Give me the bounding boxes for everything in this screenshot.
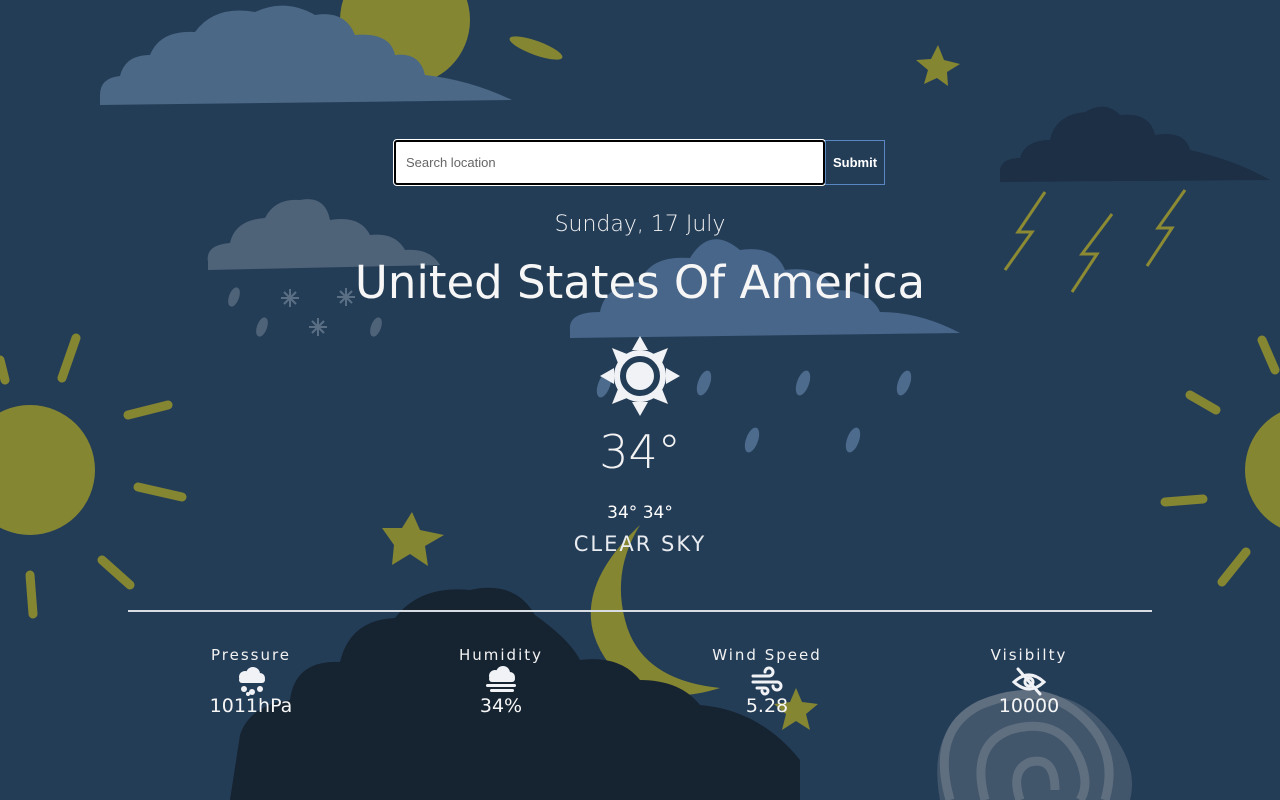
stat-visibility: Visibilty 10000 (919, 646, 1139, 717)
location-title: United States Of America (354, 256, 926, 309)
sun-icon (600, 336, 680, 416)
eye-slash-icon (1011, 667, 1047, 696)
stat-humidity: Humidity 34% (391, 646, 611, 717)
divider (128, 610, 1152, 612)
stat-value: 34% (479, 695, 523, 717)
date-label: Sunday, 17 July (554, 212, 726, 237)
stat-value: 1011hPa (209, 695, 293, 717)
cloud-fog-icon (486, 666, 516, 692)
min-max-temperature: 34° 34° (607, 503, 673, 523)
search-input[interactable] (393, 139, 826, 186)
stat-label: Pressure (210, 646, 292, 664)
stat-pressure: Pressure 1011hPa (141, 646, 361, 717)
stat-label: Visibilty (990, 646, 1068, 664)
stat-value: 5.28 (745, 695, 789, 717)
temperature: 34° (599, 425, 681, 479)
search-form: Submit (393, 139, 885, 186)
weather-description: CLEAR SKY (573, 532, 707, 556)
submit-button[interactable]: Submit (825, 140, 885, 185)
wind-icon (751, 666, 783, 696)
star-shape (916, 45, 960, 86)
stat-value: 10000 (998, 695, 1060, 717)
stat-wind-speed: Wind Speed 5.28 (657, 646, 877, 717)
stat-label: Wind Speed (712, 646, 822, 664)
stat-label: Humidity (458, 646, 543, 664)
cloud-hail-icon (239, 667, 265, 696)
